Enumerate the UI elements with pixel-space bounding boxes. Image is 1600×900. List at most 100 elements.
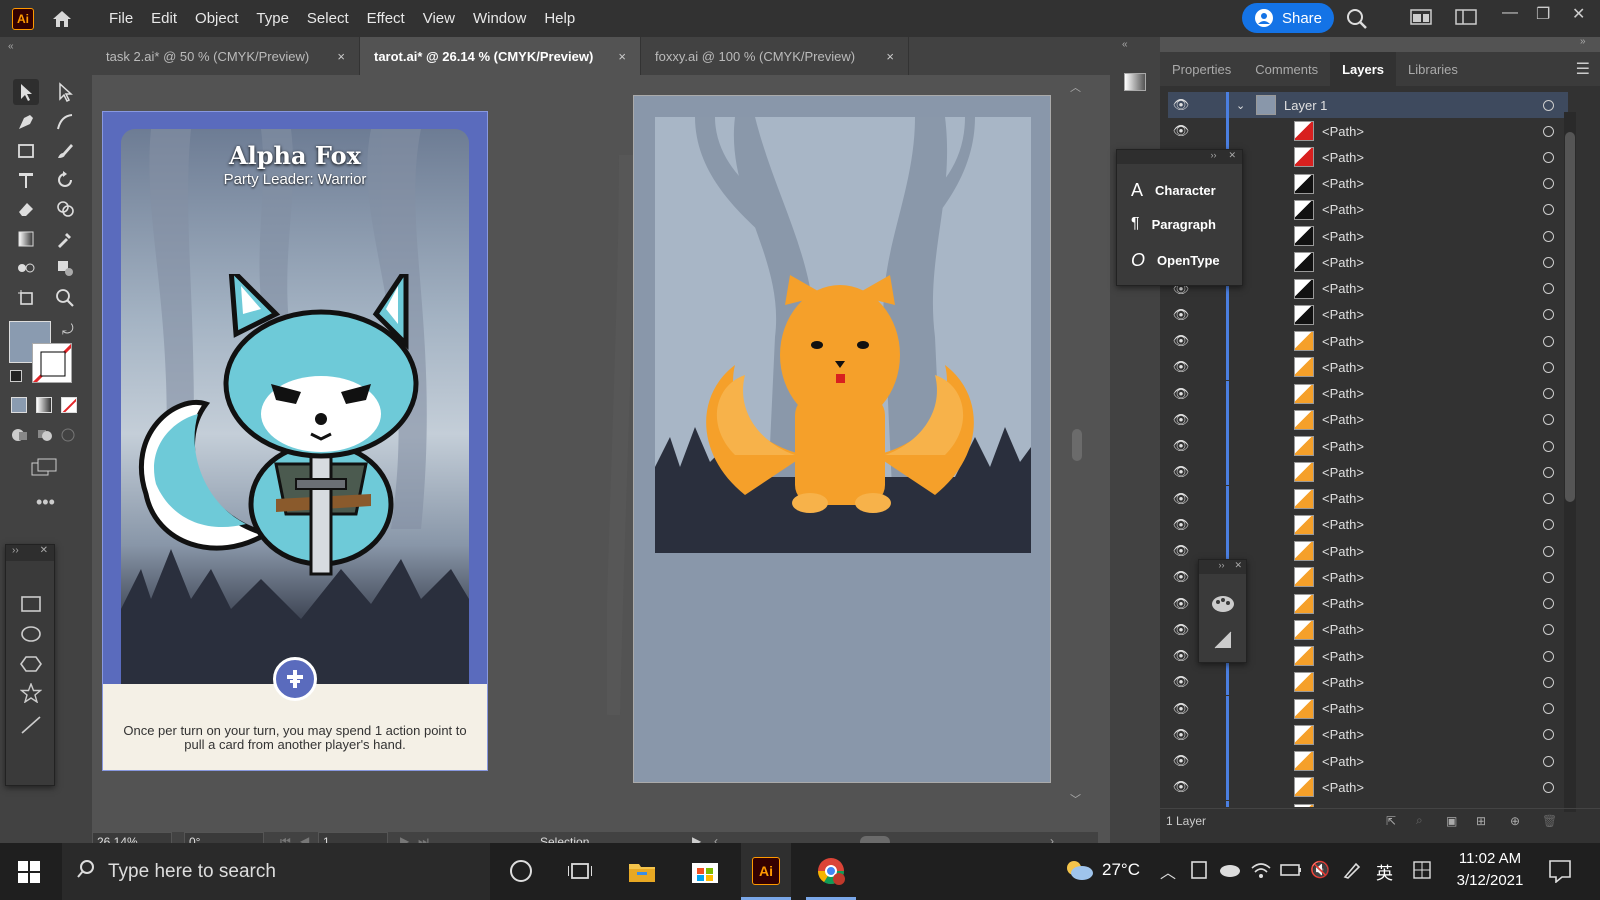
collapse-panel-icon[interactable]: » [1580,36,1586,47]
clock-time[interactable]: 11:02 AM [1450,850,1530,867]
visibility-eye-icon[interactable]: 👁 [1168,123,1194,139]
layer-row-path[interactable]: 👁 <Path> [1168,118,1568,144]
target-circle-icon[interactable] [1543,414,1554,426]
artboard-tool-icon[interactable] [13,285,39,311]
new-sublayer-icon[interactable]: ⊞ [1476,814,1486,828]
visibility-eye-icon[interactable]: 👁 [1168,622,1194,638]
gradient-mode-icon[interactable] [36,397,52,413]
onedrive-icon[interactable] [1218,863,1240,882]
eyedropper-tool-icon[interactable] [52,226,78,252]
close-tab-icon[interactable]: × [886,49,894,64]
target-circle-icon[interactable] [1543,309,1554,321]
visibility-eye-icon[interactable]: 👁 [1168,569,1194,585]
expand-icon[interactable]: ›› [12,545,19,561]
type-tool-icon[interactable] [13,167,39,193]
visibility-eye-icon[interactable]: 👁 [1168,727,1194,743]
windows-start-icon[interactable] [18,861,40,888]
target-circle-icon[interactable] [1543,703,1554,714]
tab-foxxy[interactable]: foxxy.ai @ 100 % (CMYK/Preview) × [641,37,909,75]
tab-comments[interactable]: Comments [1243,52,1330,86]
clock-date[interactable]: 3/12/2021 [1450,872,1530,889]
draw-behind-icon[interactable] [36,428,54,442]
target-circle-icon[interactable] [1543,624,1554,636]
paintbrush-tool-icon[interactable] [52,138,78,164]
tab-properties[interactable]: Properties [1160,52,1243,86]
layer-row-path[interactable]: 👁 <Path> [1168,511,1568,538]
tab-layers[interactable]: Layers [1330,52,1397,86]
rectangle-tool-icon[interactable] [13,138,39,164]
screen-mode-icon[interactable] [30,457,58,477]
line-segment-icon[interactable] [20,715,42,740]
canvas-area[interactable]: Alpha Fox Party Leader: Warrior Once per… [92,75,1098,843]
layer-row-path[interactable]: 👁 <Path> [1168,774,1568,801]
target-circle-icon[interactable] [1543,256,1554,268]
target-circle-icon[interactable] [1543,650,1554,662]
scroll-down-icon[interactable]: ﹀ [1070,791,1081,807]
weather-temperature[interactable]: 27°C [1102,860,1140,880]
color-mode-icon[interactable] [11,397,27,413]
layer-row-path[interactable]: 👁 <Path> [1168,380,1568,407]
notifications-icon[interactable] [1548,859,1572,888]
blend-tool-icon[interactable] [13,255,39,281]
shape-builder-tool-icon[interactable] [52,196,78,222]
none-mode-icon[interactable] [61,397,77,413]
layer-row-path[interactable]: 👁 <Path> [1168,800,1568,807]
layer-row-path[interactable]: 👁 <Path> [1168,721,1568,748]
layer-row-path[interactable]: 👁 <Path> [1168,328,1568,354]
visibility-eye-icon[interactable]: 👁 [1168,97,1194,113]
zoom-tool-icon[interactable] [52,285,78,311]
menu-window[interactable]: Window [464,10,535,27]
visibility-eye-icon[interactable]: 👁 [1168,701,1194,717]
visibility-eye-icon[interactable]: 👁 [1168,648,1194,664]
layer-row-path[interactable]: 👁 <Path> [1168,459,1568,486]
menu-type[interactable]: Type [247,10,298,27]
scroll-thumb[interactable] [1565,132,1575,502]
layer-row-path[interactable]: 👁 <Path> [1168,669,1568,696]
target-circle-icon[interactable] [1543,230,1554,242]
panel-menu-icon[interactable]: ☰ [1576,59,1590,79]
delete-icon[interactable]: 🗑 [1542,814,1557,828]
close-tab-icon[interactable]: × [618,49,626,64]
rotate-tool-icon[interactable] [52,167,78,193]
target-circle-icon[interactable] [1543,178,1554,189]
layer-row-path[interactable]: 👁 <Path> [1168,695,1568,722]
ime-mode-icon[interactable] [1412,860,1432,885]
scroll-thumb[interactable] [1072,429,1082,461]
pen-tool-icon[interactable] [13,109,39,135]
target-circle-icon[interactable] [1543,571,1554,583]
visibility-eye-icon[interactable]: 👁 [1168,464,1194,480]
input-language-indicator[interactable]: 英 [1376,859,1393,884]
visibility-eye-icon[interactable]: 👁 [1168,359,1194,375]
target-circle-icon[interactable] [1543,388,1554,399]
meet-now-icon[interactable] [1190,860,1208,885]
target-circle-icon[interactable] [1543,781,1554,793]
target-circle-icon[interactable] [1543,204,1554,216]
layer-row-path[interactable]: 👁 <Path> [1168,748,1568,774]
restore-icon[interactable]: ❐ [1536,4,1550,24]
taskbar-search-box[interactable]: Type here to search [62,843,490,900]
close-icon[interactable]: ✕ [40,545,48,561]
share-button[interactable]: Share [1242,3,1334,33]
rectangle-shape-icon[interactable] [20,595,42,618]
minimize-icon[interactable]: — [1502,4,1518,22]
color-guide-icon[interactable] [1211,594,1235,619]
target-circle-icon[interactable] [1543,283,1554,294]
scroll-up-icon[interactable]: ︿ [1070,79,1081,95]
target-circle-icon[interactable] [1543,361,1554,373]
target-circle-icon[interactable] [1543,519,1554,531]
tab-tarot[interactable]: tarot.ai* @ 26.14 % (CMYK/Preview) × [360,37,641,75]
chrome-taskbar-button[interactable] [806,843,856,900]
target-circle-icon[interactable] [1543,598,1554,609]
clipping-mask-icon[interactable]: ▣ [1446,814,1457,828]
close-icon[interactable]: ✕ [1572,4,1585,24]
menu-view[interactable]: View [414,10,464,27]
layer-row-path[interactable]: 👁 <Path> [1168,433,1568,459]
visibility-eye-icon[interactable]: 👁 [1168,543,1194,559]
menu-edit[interactable]: Edit [142,10,186,27]
volume-icon[interactable]: 🔇 [1310,860,1330,880]
visibility-eye-icon[interactable]: 👁 [1168,333,1194,349]
draw-normal-icon[interactable] [11,428,29,442]
expand-icon[interactable]: ›› [1218,560,1224,574]
star-shape-icon[interactable] [19,682,43,708]
export-icon[interactable]: ⇱ [1386,814,1396,828]
